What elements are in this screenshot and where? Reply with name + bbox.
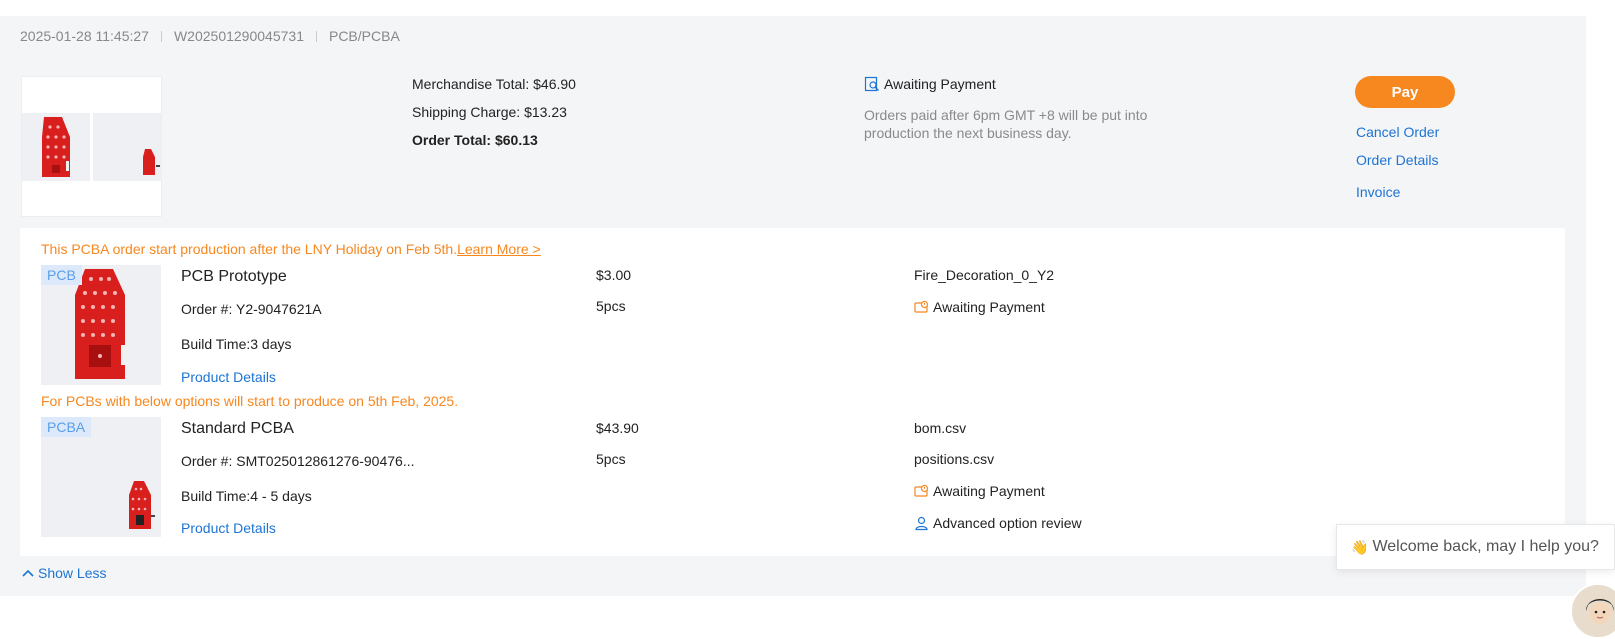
chat-welcome-bubble[interactable]: 👋 Welcome back, may I help you? [1336, 524, 1615, 570]
support-agent-avatar[interactable] [1570, 583, 1615, 639]
awaiting-payment-icon [864, 76, 879, 92]
shipping-charge: Shipping Charge: $13.23 [412, 104, 567, 120]
order-total: Order Total: $60.13 [412, 132, 538, 148]
status-row: Awaiting Payment [864, 76, 1154, 92]
positions-file-name[interactable]: positions.csv [914, 451, 994, 467]
wallet-icon [914, 484, 929, 497]
order-datetime: 2025-01-28 11:45:27 [20, 28, 149, 44]
product-quantity: 5pcs [596, 298, 626, 314]
merchandise-total: Merchandise Total: $46.90 [412, 76, 576, 92]
bom-file-name[interactable]: bom.csv [914, 420, 966, 436]
order-totals: Merchandise Total: $46.90 Shipping Charg… [412, 76, 576, 160]
order-number: W202501290045731 [173, 28, 304, 44]
invoice-link[interactable]: Invoice [1356, 184, 1400, 200]
user-review-icon [915, 516, 928, 530]
chat-welcome-message: Welcome back, may I help you? [1372, 538, 1599, 555]
pcba-production-notice: This PCBA order start production after t… [41, 241, 541, 257]
product-tag: PCB [41, 265, 82, 285]
product-build-time: Build Time:4 - 5 days [181, 488, 312, 504]
product-status-label: Awaiting Payment [933, 299, 1045, 315]
product-tag: PCBA [41, 417, 92, 437]
product-details-link[interactable]: Product Details [181, 520, 276, 536]
product-order-number: Order #: Y2-9047621A [181, 301, 322, 317]
product-image-pcb[interactable]: PCB [41, 265, 161, 385]
order-thumbnail [21, 76, 162, 217]
order-meta: 2025-01-28 11:45:27 W202501290045731 PCB… [20, 28, 400, 44]
product-image-pcba[interactable]: PCBA [41, 417, 161, 537]
learn-more-link[interactable]: Learn More > [457, 241, 541, 257]
pcb-thumbnail-small [93, 113, 161, 181]
status-note: Orders paid after 6pm GMT +8 will be put… [864, 107, 1148, 141]
order-category: PCB/PCBA [328, 28, 400, 44]
product-status-label: Awaiting Payment [933, 483, 1045, 499]
product-quantity: 5pcs [596, 451, 626, 467]
chevron-up-icon [22, 569, 34, 577]
product-title: Standard PCBA [181, 420, 294, 437]
wave-hand-icon: 👋 [1351, 538, 1369, 555]
product-title: PCB Prototype [181, 268, 287, 285]
wallet-icon [914, 300, 929, 313]
product-build-time: Build Time:3 days [181, 336, 292, 352]
advanced-review-label: Advanced option review [933, 515, 1082, 531]
meta-divider [315, 30, 317, 42]
show-less-button[interactable]: Show Less [22, 565, 106, 581]
product-status: Awaiting Payment [914, 299, 1045, 315]
order-status: Awaiting Payment Orders paid after 6pm G… [864, 76, 1154, 142]
product-order-number: Order #: SMT025012861276-90476... [181, 453, 415, 469]
advanced-review-status: Advanced option review [914, 515, 1082, 531]
cancel-order-link[interactable]: Cancel Order [1356, 124, 1439, 140]
product-status: Awaiting Payment [914, 483, 1045, 499]
pcb-board-icon [143, 149, 160, 175]
product-file-name[interactable]: Fire_Decoration_0_Y2 [914, 267, 1054, 283]
product-details-link[interactable]: Product Details [181, 369, 276, 385]
order-items-panel: This PCBA order start production after t… [20, 228, 1565, 556]
pcb-thumbnail-large [22, 113, 90, 181]
meta-divider [160, 30, 162, 42]
order-actions: Pay Cancel Order Order Details Invoice [1355, 76, 1515, 200]
status-label: Awaiting Payment [884, 76, 996, 92]
pcb-board-icon [42, 117, 70, 177]
order-details-link[interactable]: Order Details [1356, 152, 1438, 168]
pcb-production-notice: For PCBs with below options will start t… [41, 393, 459, 409]
order-card: 2025-01-28 11:45:27 W202501290045731 PCB… [0, 16, 1586, 596]
pay-button[interactable]: Pay [1355, 76, 1455, 108]
product-price: $3.00 [596, 267, 632, 283]
pcba-notice-text: This PCBA order start production after t… [41, 241, 458, 257]
show-less-label: Show Less [38, 565, 107, 581]
agent-avatar-icon [1572, 585, 1615, 637]
product-price: $43.90 [596, 420, 639, 436]
